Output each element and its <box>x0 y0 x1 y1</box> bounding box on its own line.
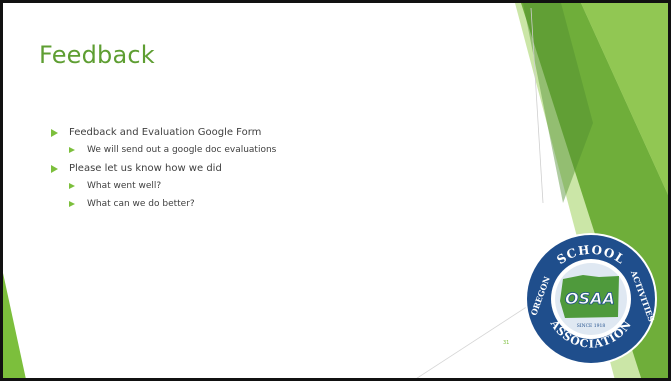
bullet-item: Feedback and Evaluation Google Form <box>51 126 276 140</box>
bullet-arrow-icon <box>51 165 58 173</box>
sub-bullet-item: What can we do better? <box>69 198 276 211</box>
sub-bullet-item: What went well? <box>69 180 276 193</box>
bullet-arrow-icon <box>69 200 75 207</box>
bullet-list: Feedback and Evaluation Google Form We w… <box>51 126 276 216</box>
page-number: 31 <box>503 340 510 346</box>
bullet-text: What went well? <box>87 181 162 191</box>
bullet-arrow-icon <box>69 146 75 153</box>
bullet-text: We will send out a google doc evaluation… <box>87 145 277 155</box>
logo-since-text: SINCE 1918 <box>577 323 606 329</box>
bullet-arrow-icon <box>69 182 75 189</box>
sub-bullet-item: We will send out a google doc evaluation… <box>69 144 276 157</box>
slide-title: Feedback <box>39 41 155 69</box>
bullet-item: Please let us know how we did <box>51 162 276 176</box>
bullet-text: Please let us know how we did <box>69 163 222 174</box>
deco-left-triangle <box>3 273 26 378</box>
bullet-arrow-icon <box>51 129 58 137</box>
logo-center-text: OSAA <box>565 289 615 308</box>
bullet-text: Feedback and Evaluation Google Form <box>69 127 262 138</box>
osaa-logo: SCHOOL OREGON ACTIVITIES ASSOCIATION OSA… <box>525 233 657 365</box>
bullet-text: What can we do better? <box>87 199 195 209</box>
slide: Feedback Feedback and Evaluation Google … <box>0 0 671 381</box>
